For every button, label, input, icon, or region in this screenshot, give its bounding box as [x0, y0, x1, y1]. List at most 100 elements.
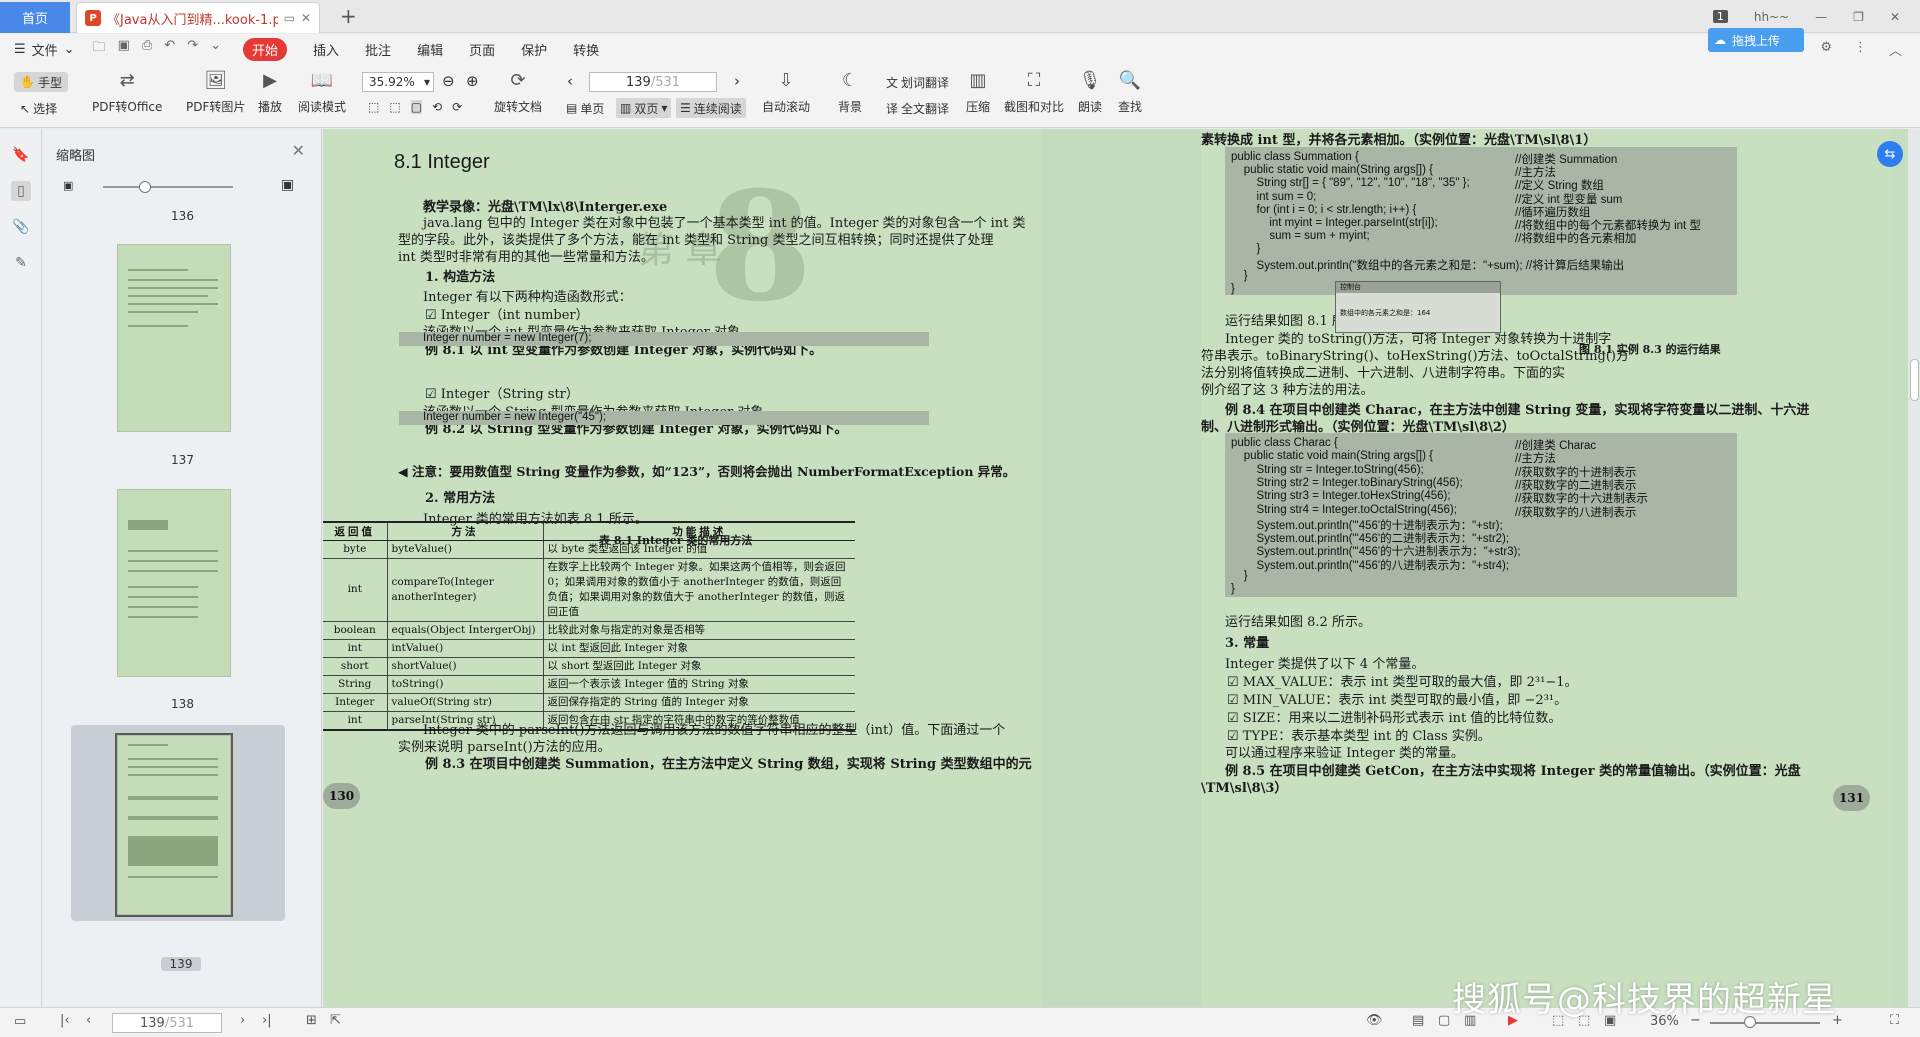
compress-icon: ▥ — [969, 69, 987, 91]
rotate-document-button[interactable]: ⟳ 旋转文档 — [494, 68, 542, 115]
rotate-right-icon[interactable]: ⟳ — [452, 100, 462, 114]
continuous-read-button[interactable]: ☰ 连续阅读 — [676, 98, 746, 118]
notification-badge[interactable]: 1 — [1712, 10, 1728, 23]
menu-edit[interactable]: 编辑 — [417, 40, 443, 59]
hand-tool-button[interactable]: ✋ 手型 — [14, 72, 68, 92]
table-cell: shortValue() — [387, 657, 544, 676]
prev-page-icon[interactable]: ‹ — [567, 72, 573, 90]
double-page-button[interactable]: ▥ 双页 ▾ — [616, 98, 672, 118]
single-view-icon[interactable]: ▤ — [1412, 1013, 1424, 1028]
thumb-page-137[interactable] — [117, 244, 231, 432]
find-button[interactable]: 🔍 查找 — [1118, 68, 1142, 115]
table-cell: 以 int 型返回此 Integer 对象 — [543, 639, 855, 658]
file-menu[interactable]: ☰ 文件 ⌄ — [14, 40, 75, 59]
thumbnail-panel: 缩略图 ✕ ▣ ▣ 136 137 138 139 — [43, 129, 322, 1007]
pdf-to-office-button[interactable]: ⇄ PDF转Office — [92, 68, 162, 115]
fullscreen-icon[interactable]: ⛶ — [1890, 1013, 1899, 1028]
document-view[interactable]: 8 第 章 8.1 Integer 教学录像：光盘\TM\lx\8\Interg… — [323, 129, 1920, 1007]
single-page-button[interactable]: ▤ 单页 — [562, 98, 608, 118]
user-name[interactable]: hh~~ — [1754, 10, 1789, 24]
save-icon[interactable]: ▣ — [118, 38, 130, 60]
fit-page-icon[interactable]: ⬚ — [389, 100, 400, 114]
subheading: 2. 常用方法 — [425, 491, 496, 506]
auto-scroll-button[interactable]: ⇩ 自动滚动 — [762, 68, 810, 115]
auto-scroll-icon: ⇩ — [778, 69, 794, 91]
sidebar-toggle-icon[interactable]: ▭ — [14, 1014, 26, 1029]
close-tab-icon[interactable]: ✕ — [301, 11, 311, 25]
first-page-icon[interactable]: |‹ — [60, 1013, 70, 1028]
document-tab[interactable]: P 《Java从入门到精...kook-1.pdf ▭ ✕ — [76, 2, 320, 33]
thumb-page-138[interactable] — [117, 489, 231, 677]
last-page-icon[interactable]: ›| — [262, 1013, 272, 1028]
zoom-in-icon[interactable]: ⊕ — [466, 72, 479, 90]
zoom-select[interactable]: 35.92% ▾ — [362, 72, 434, 92]
read-aloud-button[interactable]: 🎙 朗读 — [1078, 68, 1102, 115]
code-line: for (int i = 0; i < str.length; i++) { — [1231, 203, 1417, 216]
page-view-icon[interactable]: ▢ — [1438, 1013, 1450, 1028]
large-image-icon[interactable]: ▣ — [281, 177, 294, 193]
background-button[interactable]: ☾ 背景 — [838, 68, 862, 115]
next-page-icon[interactable]: › — [734, 72, 740, 90]
settings-icon[interactable]: ⚙ — [1820, 40, 1832, 59]
screenshot-icon: ⛶ — [1027, 69, 1041, 91]
zoom-out-icon[interactable]: ⊖ — [442, 72, 455, 90]
rotate-left-icon[interactable]: ⟲ — [432, 100, 442, 114]
select-tool-button[interactable]: ↖ 选择 — [20, 100, 57, 117]
signature-icon[interactable]: ✎ — [11, 253, 31, 273]
more-icon[interactable]: ⌄ — [210, 38, 221, 60]
chevron-down-icon: ▾ — [423, 75, 430, 89]
undo-icon[interactable]: ↶ — [164, 38, 175, 60]
table-cell: equals(Object IntergerObj) — [387, 621, 544, 640]
menu-page[interactable]: 页面 — [469, 40, 495, 59]
open-folder-icon[interactable]: 🗀 — [93, 38, 106, 60]
fit-width-icon[interactable]: ⬚ — [368, 100, 379, 114]
print-icon[interactable]: ⎙ — [142, 38, 152, 60]
menu-annotate[interactable]: 批注 — [365, 40, 391, 59]
floating-convert-button[interactable]: ⇆ — [1877, 141, 1903, 167]
close-panel-icon[interactable]: ✕ — [292, 141, 305, 160]
upload-button[interactable]: ☁ 拖拽上传 — [1708, 28, 1804, 52]
read-mode-button[interactable]: 📖 阅读模式 — [298, 68, 346, 115]
menu-start[interactable]: 开始 — [243, 37, 288, 61]
eye-icon[interactable]: 👁 — [1366, 1013, 1383, 1028]
menu-convert[interactable]: 转换 — [573, 40, 599, 59]
select-label: 选择 — [33, 102, 58, 116]
attachment-icon[interactable]: 📎 — [11, 217, 31, 237]
vertical-scrollbar[interactable] — [1908, 129, 1920, 1007]
redo-icon[interactable]: ↷ — [187, 38, 198, 60]
small-image-icon[interactable]: ▣ — [63, 179, 73, 192]
thumb-page-139[interactable] — [115, 733, 233, 917]
home-tab[interactable]: 首页 — [0, 2, 70, 33]
more-vertical-icon[interactable]: ⋮ — [1854, 40, 1867, 59]
compress-button[interactable]: ▥ 压缩 — [966, 68, 990, 115]
thumbnail-zoom-knob[interactable] — [139, 181, 151, 193]
full-translate-button[interactable]: 译全文翻译 — [886, 100, 949, 117]
restore-tab-icon[interactable]: ▭ — [284, 11, 295, 25]
scrollbar-thumb[interactable] — [1910, 359, 1919, 401]
pdf-to-image-button[interactable]: 🖼 PDF转图片 — [186, 68, 245, 115]
new-tab-button[interactable]: + — [340, 4, 357, 28]
zoom-slider[interactable] — [1710, 1022, 1820, 1024]
insert-page-icon[interactable]: ⊞ — [306, 1013, 317, 1028]
word-translate-button[interactable]: 文划词翻译 — [886, 74, 949, 91]
play-button[interactable]: ▶ 播放 — [258, 68, 282, 115]
actual-size-icon[interactable]: ▢ — [410, 100, 423, 114]
next-page-icon[interactable]: › — [240, 1013, 245, 1028]
page-number-input[interactable]: 139/531 — [589, 72, 717, 92]
thumbnail-zoom-slider[interactable] — [103, 186, 233, 188]
bookmark-icon[interactable]: 🔖 — [11, 145, 31, 165]
prev-page-icon[interactable]: ‹ — [86, 1013, 91, 1028]
export-page-icon[interactable]: ⇱ — [330, 1013, 341, 1028]
menu-insert[interactable]: 插入 — [313, 40, 339, 59]
status-page-input[interactable]: 139/531 — [112, 1013, 222, 1033]
thumbnail-icon[interactable]: ▯ — [11, 181, 31, 201]
maximize-icon[interactable]: ❐ — [1853, 10, 1864, 24]
collapse-icon[interactable]: ︿ — [1889, 40, 1902, 59]
minimize-icon[interactable]: — — [1815, 10, 1827, 24]
microphone-icon: 🎙 — [1078, 69, 1102, 91]
close-window-icon[interactable]: ✕ — [1890, 10, 1900, 24]
screenshot-compare-button[interactable]: ⛶ 截图和对比 — [1004, 68, 1064, 115]
cursor-icon: ↖ — [20, 101, 31, 116]
page-number: 131 — [1833, 785, 1871, 811]
menu-protect[interactable]: 保护 — [521, 40, 547, 59]
